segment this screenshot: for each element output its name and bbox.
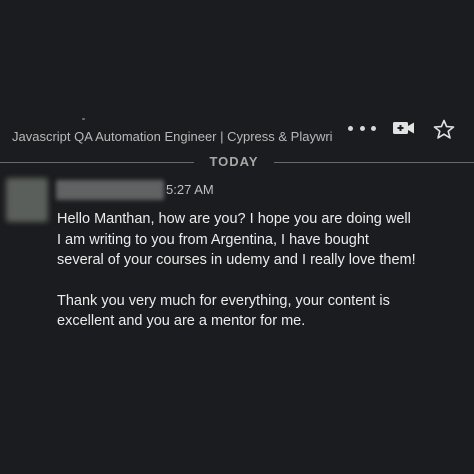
message-paragraph: Thank you very much for everything, your… <box>57 292 390 330</box>
dot <box>348 125 353 131</box>
message-paragraph: Hello Manthan, how are you? I hope you a… <box>57 211 416 268</box>
message-timestamp: 5:27 AM <box>166 182 214 197</box>
video-call-icon[interactable] <box>392 120 416 136</box>
dot <box>371 125 376 131</box>
day-divider: TODAY <box>0 152 474 172</box>
conversation-header: Javascript QA Automation Engineer | Cypr… <box>0 119 474 150</box>
divider-line <box>0 162 194 163</box>
more-options-icon[interactable] <box>348 121 376 135</box>
message-body: Hello Manthan, how are you? I hope you a… <box>57 209 417 332</box>
message-item: 5:27 AM Hello Manthan, how are you? I ho… <box>0 176 474 376</box>
day-label: TODAY <box>209 154 259 169</box>
star-outline-icon[interactable] <box>432 119 456 139</box>
divider-line <box>274 162 474 163</box>
dot <box>359 125 365 131</box>
sender-avatar[interactable] <box>6 178 48 222</box>
sender-name-blurred[interactable] <box>56 180 164 200</box>
messaging-screen: Javascript QA Automation Engineer | Cypr… <box>0 0 474 474</box>
conversation-subtitle: Javascript QA Automation Engineer | Cypr… <box>12 129 332 144</box>
